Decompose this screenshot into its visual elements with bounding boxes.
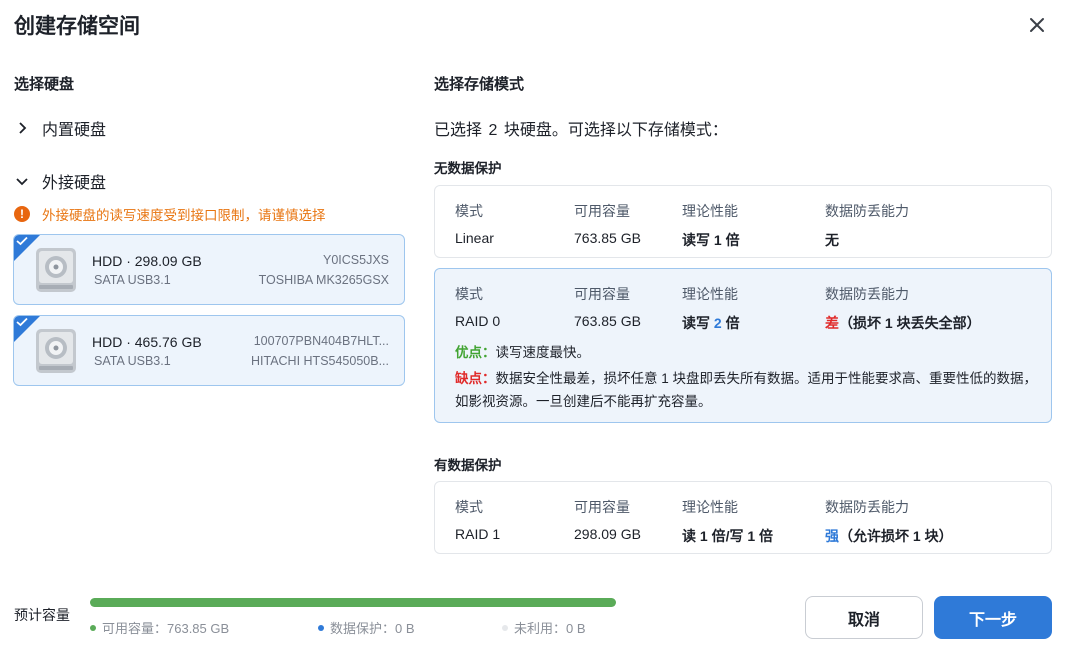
legend-protection: 数据保护：0 B	[318, 618, 415, 637]
column-performance: 理论性能	[682, 203, 738, 219]
column-mode: 模式	[455, 286, 483, 302]
perf-prefix: 读写	[682, 315, 710, 331]
column-capacity: 可用容量	[574, 286, 630, 302]
next-button[interactable]: 下一步	[934, 596, 1052, 639]
warning-text: 外接硬盘的读写速度受到接口限制，请谨慎选择	[42, 208, 326, 223]
cons-text: 数据安全性最差，损坏任意 1 块盘即丢失所有数据。适用于性能要求高、重要性低的数…	[455, 371, 1038, 409]
column-safety: 数据防丢能力	[825, 203, 909, 219]
mode-card-raid1[interactable]: 模式 可用容量 理论性能 数据防丢能力 RAID 1 298.09 GB 读 1…	[434, 481, 1052, 554]
external-disk-toggle[interactable]: 外接硬盘	[14, 169, 106, 193]
column-performance: 理论性能	[682, 499, 738, 515]
column-capacity: 可用容量	[574, 203, 630, 219]
close-button[interactable]	[1024, 12, 1050, 38]
internal-disk-label: 内置硬盘	[42, 122, 107, 139]
disk-name: HDD · 298.09 GB	[92, 253, 202, 269]
column-safety: 数据防丢能力	[825, 499, 909, 515]
safety-level: 强	[825, 528, 839, 544]
safety-note: （损坏 1 块丢失全部）	[839, 315, 981, 331]
safety-note: （允许损坏 1 块）	[839, 528, 953, 544]
warning-icon: !	[14, 206, 30, 222]
disk-model: HITACHI HTS545050B...	[250, 354, 389, 368]
disk-serial: Y0ICS5JXS	[322, 253, 389, 267]
mode-cons: 缺点：数据安全性最差，损坏任意 1 块盘即丢失所有数据。适用于性能要求高、重要性…	[455, 367, 1045, 413]
column-capacity: 可用容量	[574, 499, 630, 515]
dialog-title: 创建存储空间	[14, 15, 140, 38]
summary-suffix: 块硬盘。可选择以下存储模式：	[503, 122, 728, 139]
summary-prefix: 已选择	[434, 122, 483, 139]
column-performance: 理论性能	[682, 286, 738, 302]
hard-disk-icon	[36, 248, 76, 292]
legend-dot	[90, 624, 96, 631]
mode-safety: 强（允许损坏 1 块）	[825, 526, 953, 546]
legend-text: 未利用：0 B	[514, 621, 586, 636]
chevron-right-icon	[14, 120, 30, 136]
disk-serial: 100707PBN404B7HLT...	[253, 334, 389, 348]
disk-name: HDD · 465.76 GB	[92, 334, 202, 350]
chevron-down-icon	[14, 173, 30, 189]
internal-disk-toggle[interactable]: 内置硬盘	[14, 116, 106, 140]
mode-performance: 读 1 倍/写 1 倍	[682, 528, 774, 544]
cons-label: 缺点：	[455, 371, 496, 386]
estimated-capacity-label: 预计容量	[14, 607, 70, 623]
external-disk-label: 外接硬盘	[42, 175, 107, 192]
disk-model: TOSHIBA MK3265GSX	[258, 273, 389, 287]
protection-heading: 有数据保护	[434, 458, 502, 473]
perf-multiplier: 2	[713, 315, 722, 331]
mode-card-linear[interactable]: 模式 可用容量 理论性能 数据防丢能力 Linear 763.85 GB 读写 …	[434, 185, 1052, 258]
legend-unused: 未利用：0 B	[502, 618, 586, 637]
pros-label: 优点：	[455, 345, 496, 360]
no-protection-heading: 无数据保护	[434, 161, 502, 176]
mode-name: RAID 0	[455, 313, 501, 329]
legend-dot	[318, 624, 324, 631]
mode-capacity: 763.85 GB	[574, 230, 641, 246]
pros-text: 读写速度最快。	[495, 345, 591, 360]
mode-pros: 优点：读写速度最快。	[455, 341, 1045, 364]
legend-text: 数据保护：0 B	[330, 621, 415, 636]
summary-count: 2	[488, 122, 498, 139]
mode-performance: 读写 1 倍	[682, 232, 740, 248]
hard-disk-icon	[36, 329, 76, 373]
mode-safety: 差（损坏 1 块丢失全部）	[825, 313, 981, 333]
legend-dot	[502, 624, 508, 631]
mode-capacity: 298.09 GB	[574, 526, 641, 542]
perf-suffix: 倍	[725, 315, 740, 331]
mode-name: RAID 1	[455, 526, 501, 542]
column-mode: 模式	[455, 499, 483, 515]
mode-safety: 无	[825, 232, 839, 248]
column-safety: 数据防丢能力	[825, 286, 909, 302]
mode-card-raid0[interactable]: 模式 可用容量 理论性能 数据防丢能力 RAID 0 763.85 GB 读写 …	[434, 268, 1052, 423]
disk-interface: SATA USB3.1	[94, 354, 171, 368]
legend-usable: 可用容量：763.85 GB	[90, 618, 229, 637]
storage-mode-heading: 选择存储模式	[434, 76, 525, 93]
selection-summary: 已选择 2 块硬盘。可选择以下存储模式：	[434, 116, 728, 140]
mode-capacity: 763.85 GB	[574, 313, 641, 329]
mode-performance: 读写 2 倍	[682, 313, 740, 333]
disk-card-1[interactable]: HDD · 298.09 GB SATA USB3.1 Y0ICS5JXS TO…	[13, 234, 405, 305]
disk-card-2[interactable]: HDD · 465.76 GB SATA USB3.1 100707PBN404…	[13, 315, 405, 386]
disk-interface: SATA USB3.1	[94, 273, 171, 287]
safety-level: 差	[825, 315, 839, 331]
close-icon	[1030, 18, 1044, 32]
mode-name: Linear	[455, 230, 494, 246]
select-disk-heading: 选择硬盘	[14, 76, 75, 93]
cancel-button[interactable]: 取消	[805, 596, 923, 639]
column-mode: 模式	[455, 203, 483, 219]
capacity-bar	[90, 598, 616, 607]
legend-text: 可用容量：763.85 GB	[102, 621, 230, 636]
external-disk-warning: ! 外接硬盘的读写速度受到接口限制，请谨慎选择	[14, 204, 326, 224]
